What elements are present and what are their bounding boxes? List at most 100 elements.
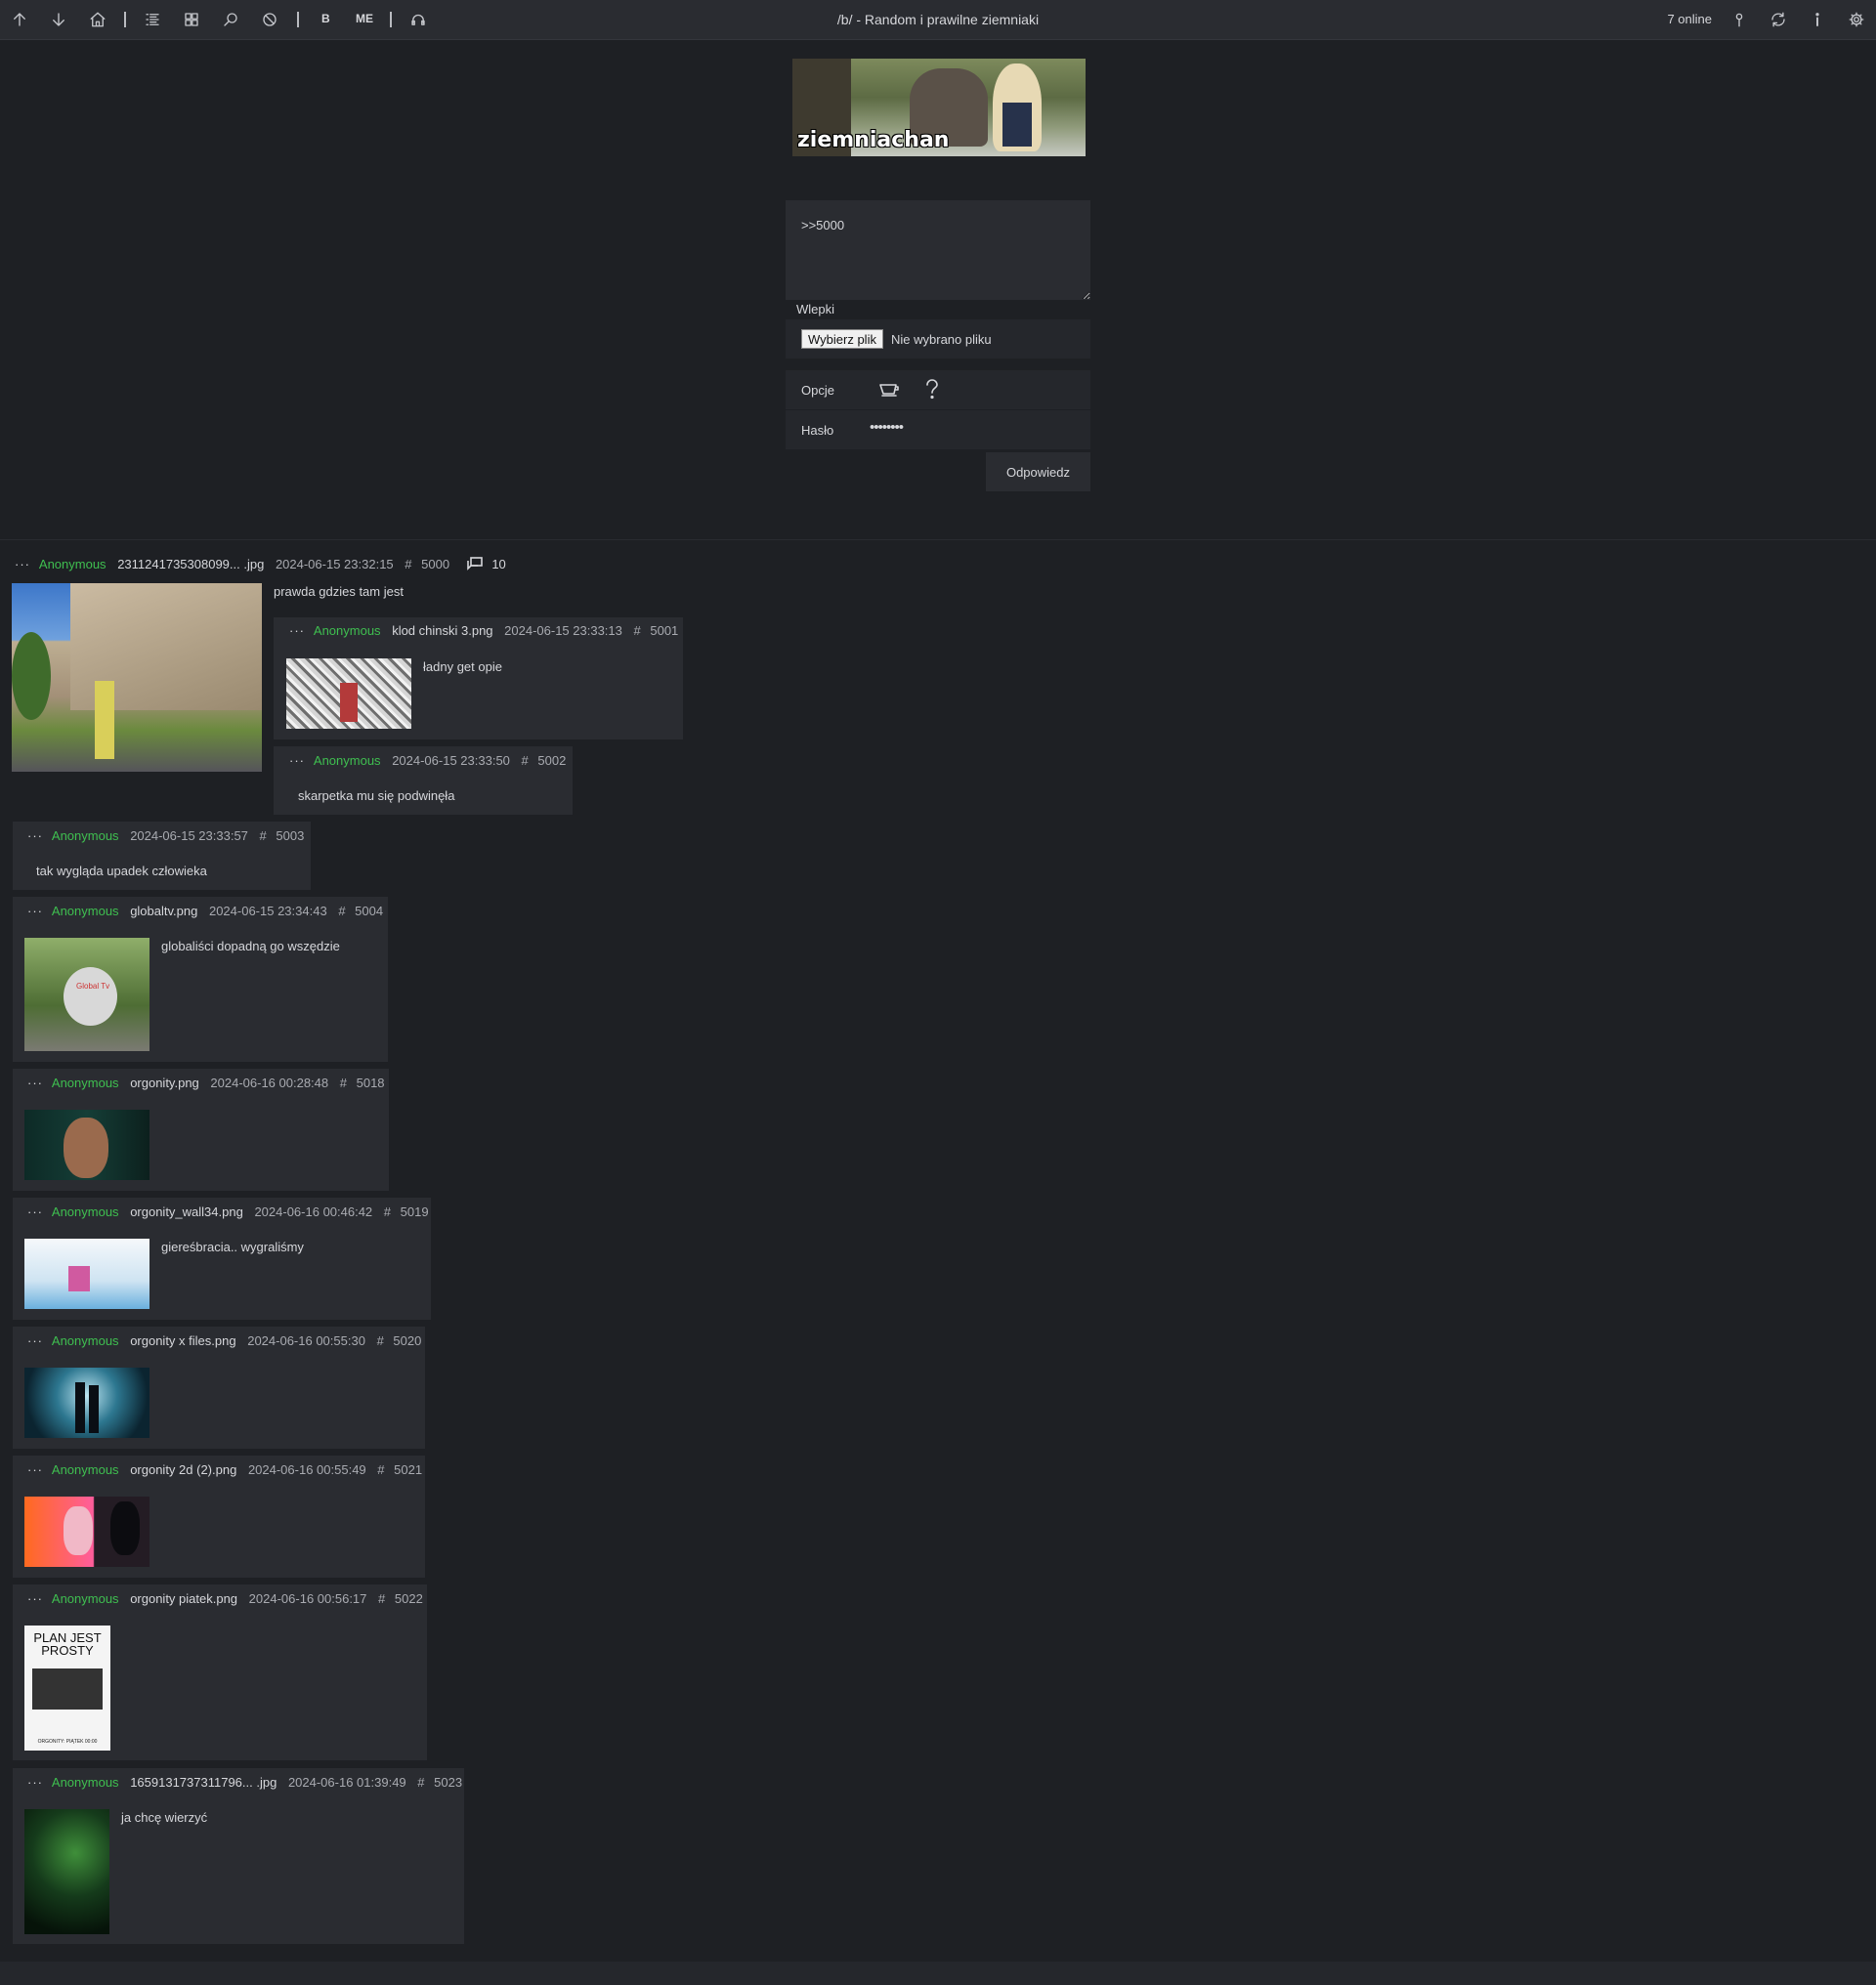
post-link[interactable]: # bbox=[338, 904, 345, 918]
post-menu-icon[interactable]: ··· bbox=[27, 1204, 43, 1219]
post-number[interactable]: 5001 bbox=[650, 623, 678, 638]
reply-header: ··· Anonymous 2024-06-15 23:33:57 # 5003 bbox=[27, 828, 304, 843]
post-number[interactable]: 5022 bbox=[395, 1591, 423, 1606]
reply-message: skarpetka mu się podwinęła bbox=[298, 788, 455, 803]
op-post-header: ··· Anonymous 2311241735308099... .jpg 2… bbox=[15, 557, 506, 573]
poster-name: Anonymous bbox=[51, 1076, 119, 1090]
poster-name: Anonymous bbox=[51, 1462, 119, 1477]
board-banner[interactable]: ziemniachan bbox=[792, 59, 1086, 156]
reply-image-thumbnail[interactable]: Global Tv bbox=[24, 938, 149, 1051]
reply-image-thumbnail[interactable] bbox=[286, 658, 411, 729]
post-number[interactable]: 5019 bbox=[401, 1204, 429, 1219]
post-filename[interactable]: orgonity 2d (2).png bbox=[130, 1462, 236, 1477]
reply-header: ··· Anonymous orgonity.png 2024-06-16 00… bbox=[27, 1076, 385, 1090]
post-number[interactable]: 5018 bbox=[357, 1076, 385, 1090]
post-number[interactable]: 5003 bbox=[276, 828, 304, 843]
post-date: 2024-06-16 00:55:30 bbox=[247, 1333, 365, 1348]
post-filename[interactable]: orgonity x files.png bbox=[130, 1333, 235, 1348]
post-menu-icon[interactable]: ··· bbox=[27, 1076, 43, 1090]
poster-name: Anonymous bbox=[51, 828, 119, 843]
post-filename[interactable]: globaltv.png bbox=[130, 904, 197, 918]
post-link[interactable]: # bbox=[377, 1333, 384, 1348]
reply-message: globaliści dopadną go wszędzie bbox=[161, 939, 340, 953]
refresh-icon[interactable] bbox=[1767, 8, 1790, 31]
post-link[interactable]: # bbox=[634, 623, 641, 638]
stickers-label[interactable]: Wlepki bbox=[796, 302, 834, 317]
post-number[interactable]: 5023 bbox=[434, 1775, 462, 1790]
post-menu-icon[interactable]: ··· bbox=[27, 1462, 43, 1477]
thumb-poster-footer: ORGONITY: PIĄTEK 00:00 bbox=[37, 1739, 98, 1745]
reply-message: ładny get opie bbox=[423, 659, 502, 674]
reply-message: tak wygląda upadek człowieka bbox=[36, 864, 207, 878]
reply-header: ··· Anonymous orgonity piatek.png 2024-0… bbox=[27, 1591, 423, 1606]
reply-header: ··· Anonymous 1659131737311796... .jpg 2… bbox=[27, 1775, 462, 1790]
post-date: 2024-06-16 00:28:48 bbox=[210, 1076, 329, 1090]
post-filename[interactable]: orgonity piatek.png bbox=[130, 1591, 237, 1606]
info-icon[interactable] bbox=[1806, 8, 1829, 31]
gear-icon[interactable] bbox=[1845, 8, 1868, 31]
post-filename[interactable]: orgonity.png bbox=[130, 1076, 199, 1090]
post-menu-icon[interactable]: ··· bbox=[27, 828, 43, 843]
poster-name: Anonymous bbox=[51, 1591, 119, 1606]
post-menu-icon[interactable]: ··· bbox=[289, 623, 305, 638]
op-message: prawda gdzies tam jest bbox=[274, 584, 404, 599]
pin-icon[interactable] bbox=[1727, 8, 1751, 31]
reply-image-thumbnail[interactable] bbox=[24, 1368, 149, 1438]
post-link[interactable]: # bbox=[377, 1462, 384, 1477]
post-menu-icon[interactable]: ··· bbox=[27, 1775, 43, 1790]
post-link[interactable]: # bbox=[417, 1775, 424, 1790]
post-number[interactable]: 5021 bbox=[394, 1462, 422, 1477]
reply-message: giereśbracia.. wygraliśmy bbox=[161, 1240, 304, 1254]
post-menu-icon[interactable]: ··· bbox=[15, 557, 30, 571]
password-row: Hasło •••••••• bbox=[786, 410, 1090, 449]
message-input[interactable] bbox=[786, 200, 1090, 300]
reply-header: ··· Anonymous globaltv.png 2024-06-15 23… bbox=[27, 904, 383, 918]
thumb-poster-text: PROSTY bbox=[41, 1643, 94, 1658]
password-label: Hasło bbox=[801, 423, 834, 438]
post-menu-icon[interactable]: ··· bbox=[27, 1333, 43, 1348]
post-link[interactable]: # bbox=[260, 828, 267, 843]
thumb-face bbox=[64, 1118, 108, 1178]
thumb-tree bbox=[12, 632, 51, 720]
reply-form: Wlepki Wybierz plik Nie wybrano pliku Op… bbox=[786, 200, 1090, 491]
post-number[interactable]: 5000 bbox=[421, 557, 449, 571]
post-link[interactable]: # bbox=[378, 1591, 385, 1606]
choose-file-button[interactable]: Wybierz plik bbox=[801, 329, 883, 349]
poster-name: Anonymous bbox=[51, 904, 119, 918]
post-filename[interactable]: 1659131737311796... .jpg bbox=[130, 1775, 277, 1790]
thumb-satellite-dish bbox=[64, 967, 117, 1026]
post-number[interactable]: 5004 bbox=[355, 904, 383, 918]
reply-image-thumbnail[interactable]: PLAN JEST PROSTY ORGONITY: PIĄTEK 00:00 bbox=[24, 1626, 110, 1751]
post-menu-icon[interactable]: ··· bbox=[27, 1591, 43, 1606]
poster-name: Anonymous bbox=[313, 623, 381, 638]
post-filename[interactable]: orgonity_wall34.png bbox=[130, 1204, 243, 1219]
post-link[interactable]: # bbox=[405, 557, 411, 571]
reply-message: ja chcę wierzyć bbox=[121, 1810, 208, 1825]
post-link[interactable]: # bbox=[340, 1076, 347, 1090]
post-link[interactable]: # bbox=[384, 1204, 391, 1219]
poster-name: Anonymous bbox=[51, 1775, 119, 1790]
post-filename[interactable]: 2311241735308099... .jpg bbox=[117, 557, 264, 571]
post-filename[interactable]: klod chinski 3.png bbox=[392, 623, 492, 638]
sage-icon[interactable] bbox=[878, 381, 900, 401]
reply-submit-button[interactable]: Odpowiedz bbox=[986, 452, 1090, 491]
help-icon[interactable] bbox=[924, 379, 940, 403]
post-number[interactable]: 5002 bbox=[537, 753, 566, 768]
online-count: 7 online bbox=[1667, 12, 1712, 26]
post-link[interactable]: # bbox=[522, 753, 529, 768]
reply-header: ··· Anonymous orgonity 2d (2).png 2024-0… bbox=[27, 1462, 422, 1477]
post-date: 2024-06-16 00:55:49 bbox=[247, 1462, 366, 1477]
reply-image-thumbnail[interactable] bbox=[24, 1809, 109, 1934]
post-menu-icon[interactable]: ··· bbox=[27, 904, 43, 918]
post-menu-icon[interactable]: ··· bbox=[289, 753, 305, 768]
password-field[interactable]: •••••••• bbox=[870, 419, 904, 436]
op-image-thumbnail[interactable] bbox=[12, 583, 262, 772]
reply-image-thumbnail[interactable] bbox=[24, 1497, 149, 1567]
reply-image-thumbnail[interactable] bbox=[24, 1239, 149, 1309]
replies-icon[interactable] bbox=[466, 557, 483, 573]
thumb-figure bbox=[64, 1506, 93, 1555]
thumb-figure bbox=[89, 1385, 99, 1433]
reply-header: ··· Anonymous 2024-06-15 23:33:50 # 5002 bbox=[289, 753, 566, 768]
post-number[interactable]: 5020 bbox=[393, 1333, 421, 1348]
reply-image-thumbnail[interactable] bbox=[24, 1110, 149, 1180]
